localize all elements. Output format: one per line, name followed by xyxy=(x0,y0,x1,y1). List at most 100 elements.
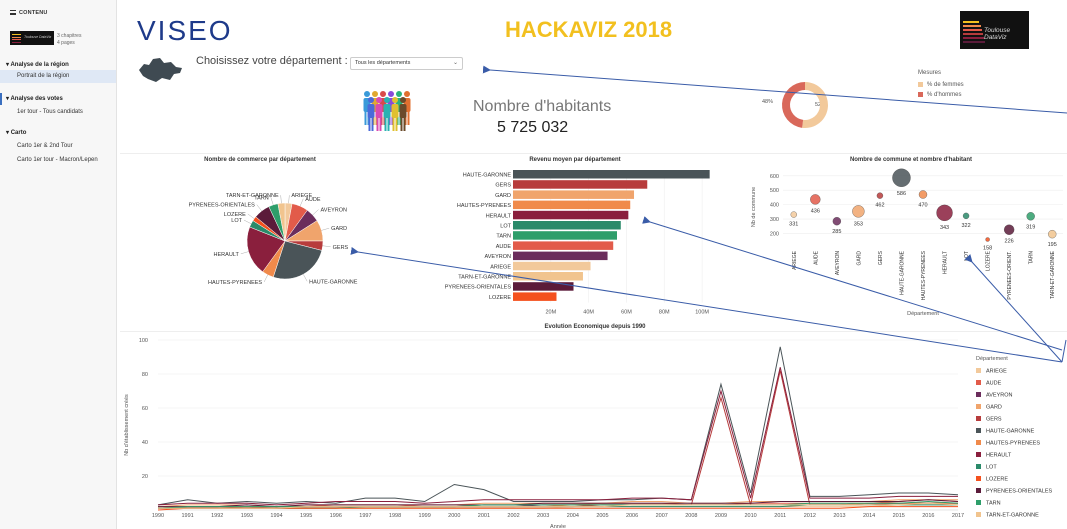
pie-leader xyxy=(303,274,308,282)
x-tick-label: 1992 xyxy=(211,513,223,519)
person-body xyxy=(375,104,383,118)
x-tick-label-hautes-pyrenees: HAUTES-PYRENEES xyxy=(921,250,927,300)
bar-aude xyxy=(513,241,614,250)
y-tick-label: 400 xyxy=(770,203,779,209)
section-carto[interactable]: Carto xyxy=(6,129,27,136)
person-head xyxy=(392,97,398,103)
x-tick-label: 2011 xyxy=(774,513,786,519)
pie-leader xyxy=(288,195,290,204)
x-tick-label: 2009 xyxy=(715,513,727,519)
pie-label-haute-garonne: HAUTE-GARONNE xyxy=(309,279,358,285)
pie-leader xyxy=(321,227,330,231)
legend-swatch-haute-garonne xyxy=(976,428,981,433)
people-icon xyxy=(363,91,411,131)
x-tick-label: 1990 xyxy=(152,513,164,519)
x-tick-label-lozere: LOZERE xyxy=(986,250,992,271)
donut-slice-1 xyxy=(782,82,805,128)
line-haute-garonne xyxy=(157,346,959,506)
legend-swatch-aveyron xyxy=(976,392,981,397)
pie-label-lozere: LOZERE xyxy=(224,212,246,218)
legend-swatch-gard xyxy=(976,404,981,409)
pie-label-tarn-et-garonne: TARN-ET-GARONNE xyxy=(226,193,279,199)
bar-tarn-et-garonne xyxy=(513,272,583,281)
person-leg xyxy=(403,117,406,131)
person-head xyxy=(380,91,386,97)
x-tick-label-haute-garonne: HAUTE-GARONNE xyxy=(899,250,905,295)
legend-label-lot: LOT xyxy=(986,465,997,471)
y-tick-label: 60 xyxy=(142,406,148,412)
x-axis-label: Département xyxy=(907,311,939,317)
person-head xyxy=(388,91,394,97)
legend-label-hautes-pyrenees: HAUTES-PYRENEES xyxy=(986,441,1040,447)
x-tick-label: 40M xyxy=(583,310,594,316)
y-tick-label: 500 xyxy=(770,188,779,194)
revenue-chart-title: Revenu moyen par département xyxy=(529,157,621,163)
bar-label-tarn: TARN xyxy=(496,234,511,240)
person-leg xyxy=(392,117,395,131)
x-tick-label: 20M xyxy=(545,310,556,316)
legend-swatch xyxy=(918,81,923,87)
person-body xyxy=(367,104,375,118)
y-tick-label: 300 xyxy=(770,217,779,223)
bar-label-lot: LOT xyxy=(500,224,511,230)
bar-hautes-pyrenees xyxy=(513,200,631,210)
menu-icon[interactable] xyxy=(10,10,16,16)
legend-item-femmes[interactable]: % de femmes xyxy=(918,80,964,90)
sidebar-item-1er-tour[interactable]: 1er tour - Tous candidats xyxy=(0,106,116,119)
x-tick-label: 2006 xyxy=(626,513,638,519)
legend-label-haute-garonne: HAUTE-GARONNE xyxy=(986,429,1035,435)
person-body xyxy=(391,104,399,118)
bubble-value-ariege: 331 xyxy=(789,222,798,228)
legend-label-lozere: LOZERE xyxy=(986,477,1008,483)
bubble-value-aveyron: 285 xyxy=(832,229,841,235)
bar-label-aude: AUDE xyxy=(496,244,512,250)
legend-swatch xyxy=(918,91,923,97)
bar-label-tarn-et-garonne: TARN-ET-GARONNE xyxy=(458,275,511,281)
x-tick-label: 1993 xyxy=(241,513,253,519)
y-tick-label: 100 xyxy=(139,338,148,344)
legend-swatch-tarn-et-garonne xyxy=(976,512,981,517)
revenue-bar-chart: 20M 40M 60M 80M 100M HAUTE-GARONNE GERS GARD HAU… xyxy=(445,170,710,316)
legend-item-hommes[interactable]: % d'hommes xyxy=(918,90,964,100)
active-marker xyxy=(0,93,2,105)
commerce-pie-chart: ARIEGEAUDEAVEYRONGARDGERSHAUTE-GARONNEHA… xyxy=(189,193,358,286)
pie-label-lot: LOT xyxy=(231,218,242,224)
sidebar-item-carto-2[interactable]: Carto 1er tour - Macron/Lepen xyxy=(0,154,116,167)
legend-swatch-pyrenees-orientales xyxy=(976,488,981,493)
viseo-logo: VISEO xyxy=(137,15,233,46)
pie-label-aveyron: AVEYRON xyxy=(321,208,348,214)
section-analyse-region[interactable]: Analyse de la région xyxy=(6,61,68,68)
legend-label-tarn: TARN xyxy=(986,501,1001,507)
legend-label-gard: GARD xyxy=(986,405,1002,411)
sidebar-item-portrait-region[interactable]: Portrait de la région xyxy=(0,70,116,83)
pie-leader xyxy=(312,209,319,216)
legend-label: % d'hommes xyxy=(927,92,962,98)
x-tick-label: 1998 xyxy=(389,513,401,519)
report-thumbnail[interactable]: Toulouse DataViz xyxy=(10,31,54,45)
sidebar-header[interactable]: CONTENU xyxy=(10,10,48,16)
pie-leader xyxy=(243,219,252,224)
x-tick-label: 2017 xyxy=(952,513,964,519)
person-leg xyxy=(400,117,403,131)
line-herault xyxy=(157,367,958,506)
x-tick-label: 2004 xyxy=(567,513,579,519)
person-leg xyxy=(368,117,371,131)
x-tick-label: 2015 xyxy=(893,513,905,519)
x-tick-label: 2007 xyxy=(656,513,668,519)
sidebar-item-carto-1[interactable]: Carto 1er & 2nd Tour xyxy=(0,140,116,153)
bar-label-aveyron: AVEYRON xyxy=(485,254,512,260)
commune-bubble-chart: 200 300 400 500 600 Nb de commune 331 ARIEGE 436… xyxy=(751,168,1063,317)
section-analyse-votes[interactable]: Analyse des votes xyxy=(6,95,62,102)
person-leg xyxy=(364,111,367,125)
x-tick-label: 2014 xyxy=(863,513,875,519)
line-gers xyxy=(158,370,958,509)
x-tick-label: 100M xyxy=(695,310,709,316)
bubble-value-aude: 436 xyxy=(811,208,820,214)
bubble-hautes-pyrenees xyxy=(918,190,928,199)
department-select[interactable]: Tous les départements ⌄ xyxy=(350,57,463,70)
bubble-value-gard: 353 xyxy=(854,221,863,227)
person-leg xyxy=(395,117,398,131)
person-head xyxy=(384,97,390,103)
person-head xyxy=(376,97,382,103)
legend-label-herault: HERAULT xyxy=(986,453,1012,459)
